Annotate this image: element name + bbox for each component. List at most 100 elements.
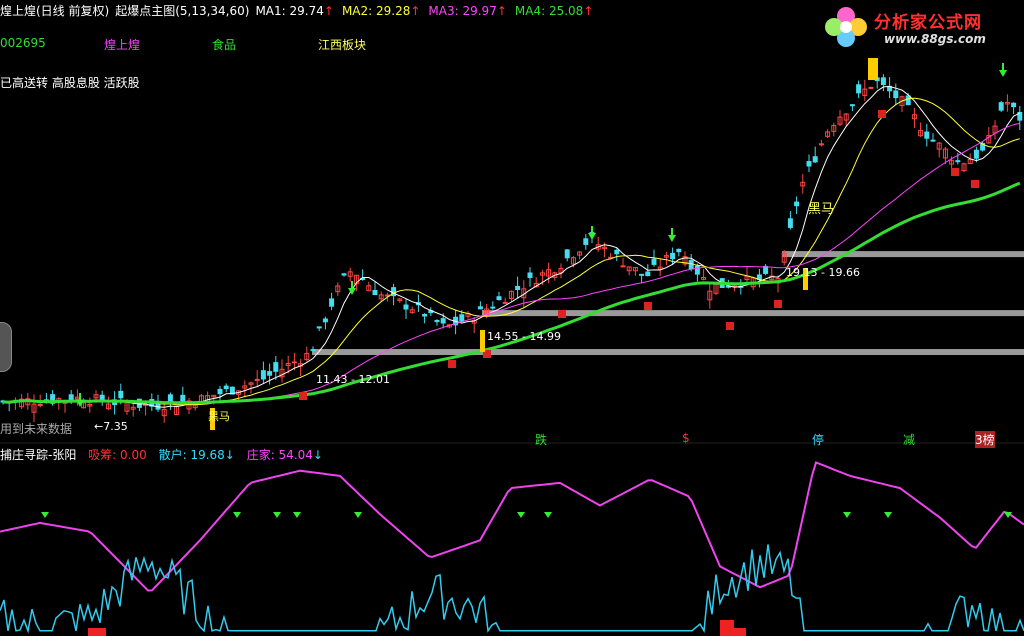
sub-down-arrow-icon xyxy=(354,512,362,518)
stock-industry: 食品 xyxy=(212,38,237,52)
stock-name: 煌上煌 xyxy=(104,38,141,52)
chart-header: 煌上煌(日线 前复权) 起爆点主图(5,13,34,60) MA1: 29.74↑ M… xyxy=(0,2,599,19)
signal-jian: 减 xyxy=(903,433,916,447)
candle-body xyxy=(930,139,936,142)
sub-down-arrow-icon xyxy=(544,512,552,518)
candle-body xyxy=(273,362,279,372)
signal-die: 跌 xyxy=(535,433,548,447)
candle-body xyxy=(267,371,273,376)
range-label-3: 19.13 - 19.66 xyxy=(786,266,860,279)
candle-body xyxy=(812,156,818,163)
stock-region: 江西板块 xyxy=(318,38,367,52)
range-label-2: 14.55 - 14.99 xyxy=(487,330,561,343)
candle-body xyxy=(341,273,347,276)
candle-body xyxy=(37,403,43,406)
sub-down-arrow-icon xyxy=(293,512,301,518)
candle-body xyxy=(868,86,874,89)
candle-body xyxy=(310,349,316,352)
sub-indicator xyxy=(0,461,1024,636)
highlight-bar xyxy=(873,58,878,80)
sub-s2: 散户: 19.68 xyxy=(158,448,225,462)
candle-body xyxy=(645,271,651,277)
candle-body xyxy=(676,248,682,253)
xichou-bar xyxy=(734,628,746,636)
buy-mark-icon xyxy=(971,180,979,188)
buy-mark-icon xyxy=(951,168,959,176)
candle-body xyxy=(880,77,886,85)
ma2-value: MA2: 29.28 xyxy=(341,4,411,18)
sell-arrow-icon xyxy=(999,70,1007,77)
candle-body xyxy=(316,326,322,329)
buy-mark-icon xyxy=(726,322,734,330)
stock-chart[interactable] xyxy=(0,0,1024,636)
candle-body xyxy=(849,104,855,107)
candle-body xyxy=(998,102,1004,111)
candle-body xyxy=(502,301,508,304)
buy-mark-icon xyxy=(644,302,652,310)
ma1-value: MA1: 29.74 xyxy=(255,4,324,18)
candle-body xyxy=(422,314,428,317)
side-panel-toggle[interactable] xyxy=(0,322,12,372)
ma1-line xyxy=(2,85,1021,408)
candle-body xyxy=(217,388,223,395)
sub-down-arrow-icon xyxy=(843,512,851,518)
sub-header: 捕庄寻踪-张阳 吸筹: 0.00 散户: 19.68↓ 庄家: 54.04↓ xyxy=(0,446,323,463)
buy-mark-icon xyxy=(448,360,456,368)
candle-body xyxy=(763,265,769,274)
logo-url: www.88gs.com xyxy=(884,32,986,46)
buy-mark-icon xyxy=(774,300,782,308)
sub-title: 捕庄寻踪-张阳 xyxy=(0,448,77,462)
s3-arrow-icon: ↓ xyxy=(312,448,323,462)
ma4-arrow-icon: ↑ xyxy=(583,4,594,18)
candle-body xyxy=(180,394,186,402)
s2-arrow-icon: ↓ xyxy=(224,448,235,462)
signal-dollar: $ xyxy=(682,431,690,445)
buy-mark-icon xyxy=(558,310,566,318)
signal-bang: 3榜 xyxy=(975,431,995,448)
candle-body xyxy=(167,394,173,402)
indicator-name: 起爆点主图(5,13,34,60) xyxy=(115,4,250,18)
candle-body xyxy=(372,290,378,296)
range-label-1: 11.43 - 12.01 xyxy=(316,373,390,386)
candle-body xyxy=(527,272,533,278)
candle-body xyxy=(639,273,645,276)
candle-body xyxy=(905,95,911,106)
buy-mark-icon xyxy=(299,392,307,400)
ma2-arrow-icon: ↑ xyxy=(410,4,421,18)
heima-label-2: 黑马 xyxy=(808,202,835,217)
ma3-value: MA3: 29.97 xyxy=(428,4,497,18)
candle-body xyxy=(955,160,961,163)
site-logo: 分析家公式网 www.88gs.com xyxy=(818,2,1018,52)
sub-down-arrow-icon xyxy=(273,512,281,518)
heima-label-1: 黑马 xyxy=(208,410,230,423)
buy-mark-icon xyxy=(878,110,886,118)
candle-body xyxy=(459,314,465,322)
xichou-bar xyxy=(88,628,106,636)
candle-body xyxy=(477,306,483,310)
candle-body xyxy=(564,249,570,259)
stock-tags: 已高送转 高股息股 活跃股 xyxy=(0,76,140,90)
candle-body xyxy=(260,370,266,380)
candle-body xyxy=(403,304,409,310)
flower-logo-icon xyxy=(825,7,867,47)
sub-s3: 庄家: 54.04 xyxy=(246,448,313,462)
sub-s1: 吸筹: 0.00 xyxy=(88,448,147,462)
candle-body xyxy=(496,296,502,301)
candle-body xyxy=(694,265,700,275)
sell-arrow-icon xyxy=(588,233,596,240)
ma4-value: MA4: 25.08 xyxy=(514,4,584,18)
candle-body xyxy=(322,318,328,323)
sub-down-arrow-icon xyxy=(517,512,525,518)
low-price-marker: ←7.35 xyxy=(94,420,128,433)
candle-body xyxy=(223,385,229,390)
candle-body xyxy=(329,298,335,307)
candle-body xyxy=(515,285,521,291)
candle-body xyxy=(434,319,440,323)
support-band-1 xyxy=(312,349,1024,356)
candle-body xyxy=(973,149,979,159)
sub-down-arrow-icon xyxy=(233,512,241,518)
candle-body xyxy=(440,318,446,324)
ma3-arrow-icon: ↑ xyxy=(496,4,507,18)
candle-body xyxy=(670,252,676,260)
candle-body xyxy=(806,161,812,167)
